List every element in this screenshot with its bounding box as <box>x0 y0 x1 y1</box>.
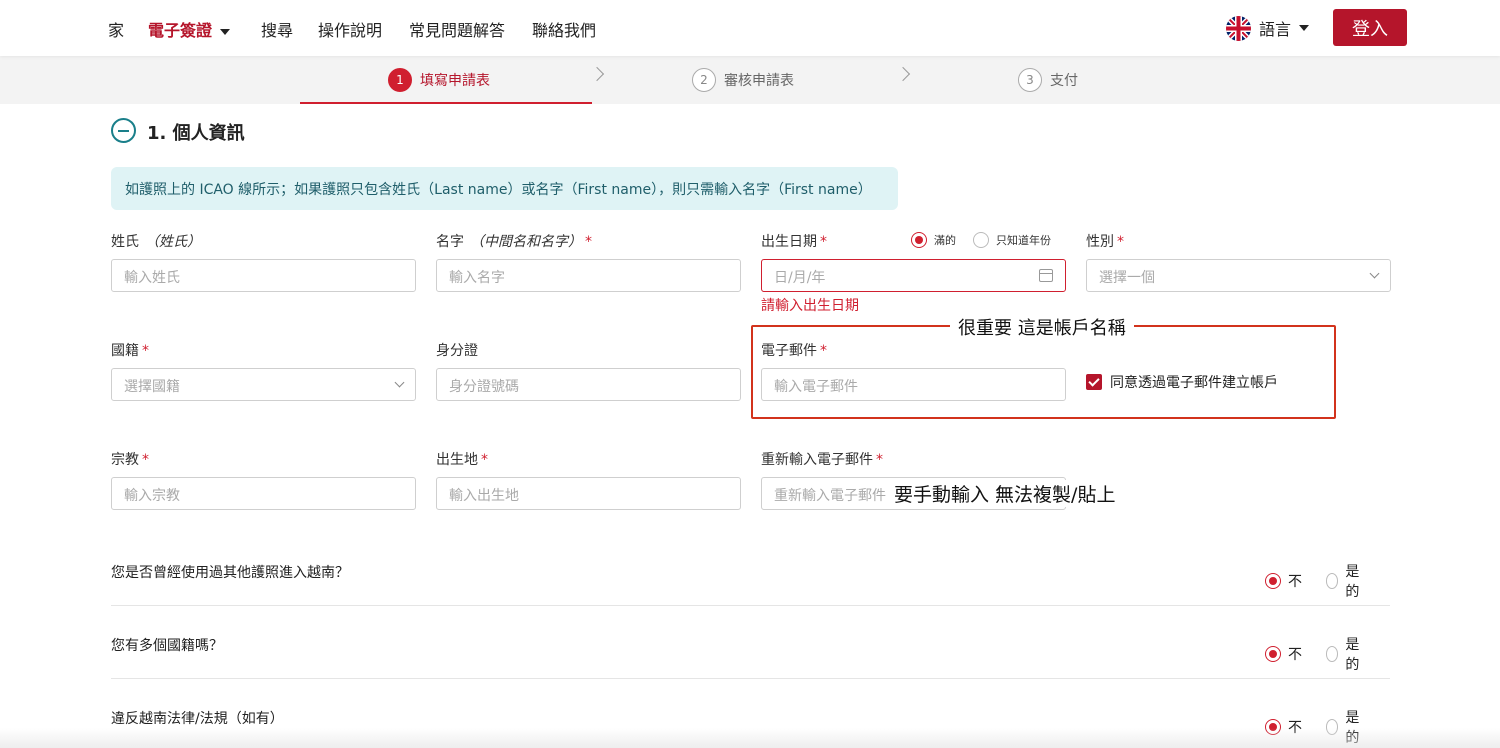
surname-input[interactable]: 輸入姓氏 <box>111 259 416 292</box>
nav-instructions[interactable]: 操作說明 <box>318 17 382 41</box>
radio-empty-icon <box>1326 573 1339 589</box>
dob-year-label: 只知道年份 <box>996 234 1051 247</box>
required-asterisk: * <box>142 343 149 359</box>
question-options: 不 是的 <box>1265 634 1390 674</box>
religion-label-text: 宗教 <box>111 452 139 468</box>
step-review-form[interactable]: 2 審核申請表 <box>692 68 794 92</box>
annotation-note: 要手動輸入 無法複製/貼上 <box>888 480 1122 507</box>
nav-contact[interactable]: 聯絡我們 <box>532 17 596 41</box>
gender-label: 性別 * <box>1086 231 1124 251</box>
radio-selected-icon <box>1265 646 1281 662</box>
uk-flag-icon <box>1226 15 1251 41</box>
dob-input[interactable]: 日/月/年 <box>761 259 1066 292</box>
dob-label-text: 出生日期 <box>761 234 817 250</box>
surname-hint: （姓氏） <box>145 234 201 250</box>
step-fill-form[interactable]: 1 填寫申請表 <box>388 68 490 92</box>
gender-label-text: 性別 <box>1086 234 1114 250</box>
option-no-label: 不 <box>1288 574 1302 590</box>
step-payment[interactable]: 3 支付 <box>1018 68 1078 92</box>
required-asterisk: * <box>1117 234 1124 250</box>
question-row: 您有多個國籍嗎？ 不 是的 <box>111 606 1390 679</box>
option-yes[interactable]: 是的 <box>1326 634 1366 674</box>
step-number: 1 <box>388 68 412 92</box>
step-label: 填寫申請表 <box>420 73 490 89</box>
birthplace-label-text: 出生地 <box>436 452 478 468</box>
radio-empty-icon <box>1326 646 1339 662</box>
nationality-placeholder: 選擇國籍 <box>124 379 180 395</box>
top-navbar: 家 電子簽證 搜尋 操作說明 常見問題解答 聯絡我們 語言 登入 <box>0 0 1500 56</box>
surname-label-text: 姓氏 <box>111 234 139 250</box>
nav-evisa[interactable]: 電子簽證 <box>148 17 231 41</box>
option-yes[interactable]: 是的 <box>1326 561 1366 601</box>
question-options: 不 是的 <box>1265 561 1390 601</box>
calendar-icon[interactable] <box>1039 269 1053 282</box>
dob-full-radio[interactable]: 滿的 <box>911 232 956 248</box>
dob-label: 出生日期 * <box>761 231 827 251</box>
option-no[interactable]: 不 <box>1265 571 1302 591</box>
question-text: 違反越南法律/法規（如有） <box>111 711 284 727</box>
progress-stepper: 1 填寫申請表 2 審核申請表 3 支付 <box>0 56 1500 104</box>
radio-selected-icon <box>1265 573 1281 589</box>
radio-empty-icon <box>973 232 989 248</box>
religion-input[interactable]: 輸入宗教 <box>111 477 416 510</box>
birthplace-label: 出生地 * <box>436 449 488 469</box>
radio-selected-icon <box>911 232 927 248</box>
option-yes-label: 是的 <box>1345 564 1360 600</box>
collapse-minus-icon[interactable] <box>111 118 136 143</box>
given-name-input[interactable]: 輸入名字 <box>436 259 741 292</box>
language-label: 語言 <box>1259 20 1292 39</box>
required-asterisk: * <box>142 452 149 468</box>
active-step-underline <box>300 102 592 104</box>
step-label: 支付 <box>1050 73 1078 89</box>
section-title: 1. 個人資訊 <box>147 123 245 144</box>
id-card-input[interactable]: 身分證號碼 <box>436 368 741 401</box>
gender-placeholder: 選擇一個 <box>1099 270 1155 286</box>
required-asterisk: * <box>585 234 592 250</box>
given-name-label: 名字 （中間名和名字） * <box>436 231 592 251</box>
id-card-label: 身分證 <box>436 343 478 359</box>
chevron-down-icon <box>1369 268 1380 279</box>
email-confirm-label: 重新輸入電子郵件 * <box>761 449 883 469</box>
nav-search[interactable]: 搜尋 <box>261 17 293 41</box>
nationality-select[interactable]: 選擇國籍 <box>111 368 416 401</box>
chevron-right-icon <box>895 66 911 82</box>
option-no[interactable]: 不 <box>1265 644 1302 664</box>
bottom-fade <box>0 728 1500 748</box>
step-label: 審核申請表 <box>724 73 794 89</box>
gender-select[interactable]: 選擇一個 <box>1086 259 1391 292</box>
given-name-hint: （中間名和名字） <box>470 234 582 250</box>
nationality-label-text: 國籍 <box>111 343 139 359</box>
question-text: 您是否曾經使用過其他護照進入越南？ <box>111 565 349 581</box>
email-confirm-label-text: 重新輸入電子郵件 <box>761 452 873 468</box>
required-asterisk: * <box>876 452 883 468</box>
nav-evisa-label: 電子簽證 <box>148 21 213 40</box>
required-asterisk: * <box>481 452 488 468</box>
nav-home[interactable]: 家 <box>108 17 124 41</box>
surname-label: 姓氏 （姓氏） <box>111 231 201 251</box>
annotation-title: 很重要 這是帳戶名稱 <box>950 314 1134 340</box>
nav-faq[interactable]: 常見問題解答 <box>409 17 505 41</box>
language-selector[interactable]: 語言 <box>1226 15 1310 41</box>
given-name-label-text: 名字 <box>436 234 464 250</box>
step-number: 3 <box>1018 68 1042 92</box>
dob-year-only-radio[interactable]: 只知道年份 <box>973 232 1051 248</box>
required-asterisk: * <box>820 234 827 250</box>
nationality-label: 國籍 * <box>111 340 149 360</box>
chevron-down-icon <box>1299 25 1310 31</box>
login-button[interactable]: 登入 <box>1333 9 1407 46</box>
chevron-down-icon <box>220 28 231 35</box>
dob-placeholder: 日/月/年 <box>774 270 826 286</box>
chevron-right-icon <box>589 66 605 82</box>
religion-label: 宗教 * <box>111 449 149 469</box>
dob-full-label: 滿的 <box>934 234 956 247</box>
question-row: 您是否曾經使用過其他護照進入越南？ 不 是的 <box>111 533 1390 606</box>
step-number: 2 <box>692 68 716 92</box>
question-text: 您有多個國籍嗎？ <box>111 638 223 654</box>
option-no-label: 不 <box>1288 647 1302 663</box>
option-yes-label: 是的 <box>1345 637 1360 673</box>
info-notice: 如護照上的 ICAO 線所示；如果護照只包含姓氏（Last name）或名字（F… <box>111 167 898 210</box>
birthplace-input[interactable]: 輸入出生地 <box>436 477 741 510</box>
chevron-down-icon <box>394 377 405 388</box>
dob-error-message: 請輸入出生日期 <box>761 298 859 314</box>
